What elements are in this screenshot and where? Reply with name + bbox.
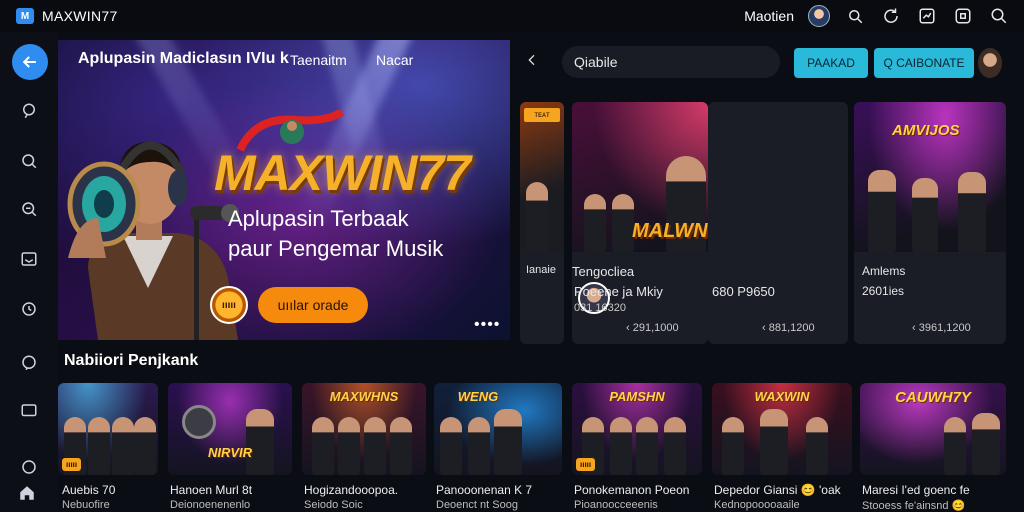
card-title: Amlems: [862, 264, 906, 278]
tile-title[interactable]: Panooonenan K 7: [436, 483, 532, 497]
global-search-icon[interactable]: [988, 5, 1010, 27]
tile-subtitle: Seiodo Soic: [304, 499, 363, 511]
back-arrow-icon[interactable]: [12, 44, 48, 80]
hero-title: Aplupasin Madiclasın IVIu k: [78, 50, 289, 67]
section-title: Nabiiori Penjkank: [64, 352, 199, 369]
tile-subtitle: Nebuofire: [62, 499, 110, 511]
playlist-tile[interactable]: NIRVIR: [168, 383, 292, 475]
tile-label: MAXWHNS: [329, 389, 399, 404]
tile-title[interactable]: Ponokemanon Poeon: [574, 483, 689, 497]
featured-card[interactable]: AMVIJOS Amlems 2601ies ‹ 3961,1200: [854, 102, 1006, 344]
card-subtitle: Poeene ja Mkiy: [574, 284, 663, 299]
home-icon[interactable]: [18, 484, 40, 506]
stop-icon[interactable]: [952, 5, 974, 27]
card-subtitle: 2601ies: [862, 284, 905, 298]
tile-label: WENG: [457, 389, 499, 404]
discover-icon[interactable]: [18, 100, 40, 122]
card-stat: ‹ 3961,1200: [912, 322, 971, 334]
tile-subtitle: Deionoenenenlo: [170, 499, 251, 511]
card-title: Tengocliea: [572, 264, 635, 279]
username: Maotien: [744, 8, 794, 24]
tile-title[interactable]: Hanoen Murl 8t: [170, 483, 252, 497]
app-logo-icon: M: [16, 8, 34, 24]
search-icon[interactable]: [18, 150, 40, 172]
refresh-icon[interactable]: [880, 5, 902, 27]
tile-subtitle: Deoenct nt Soog: [436, 499, 518, 511]
top-bar: M MAXWIN77 Maotien: [0, 0, 1024, 32]
hero-banner[interactable]: Aplupasin Madiclasın IVIu k Taenaitm Nac…: [58, 40, 510, 340]
card-stat: ‹ 881,1200: [762, 322, 815, 334]
primary-button[interactable]: PAAKAD: [794, 48, 868, 78]
tile-badge: ııııı: [576, 458, 596, 471]
search-icon[interactable]: [844, 5, 866, 27]
mail-icon[interactable]: [18, 248, 40, 270]
history-icon[interactable]: [18, 456, 40, 478]
clock-icon[interactable]: [18, 298, 40, 320]
card-image: ᴛᴇᴀᴛ: [520, 102, 564, 252]
playlist-tile[interactable]: ııııı: [58, 383, 158, 475]
app-title: MAXWIN77: [42, 8, 118, 24]
chevron-left-icon[interactable]: [524, 52, 544, 72]
card-banner: MALWNJ9: [632, 220, 708, 242]
hero-cta-button[interactable]: uıılar orade: [258, 287, 368, 323]
card-image: AMVIJOS: [854, 102, 1006, 252]
playlist-tile[interactable]: WAXWIN: [712, 383, 852, 475]
chat-icon[interactable]: [18, 352, 40, 374]
search-input[interactable]: [562, 46, 780, 78]
playlist-tile[interactable]: CAUWH7Y: [860, 383, 1006, 475]
tile-label: CAUWH7Y: [895, 389, 971, 406]
secondary-button[interactable]: Q CAIBONATE: [874, 48, 974, 78]
hero-badge[interactable]: ııııı: [210, 286, 248, 324]
tile-title[interactable]: Auebis 70: [62, 483, 115, 497]
card-stat: ‹ 291,1000: [626, 322, 679, 334]
card-banner: AMVIJOS: [892, 122, 960, 139]
card-meta: 031 16320: [574, 302, 626, 314]
user-avatar[interactable]: [808, 5, 830, 27]
top-right-actions: Maotien: [744, 0, 1010, 32]
message-icon[interactable]: [18, 400, 40, 422]
chart-icon[interactable]: [916, 5, 938, 27]
tile-badge: ııııı: [62, 458, 82, 471]
tile-title[interactable]: Hogizandooopoa.: [304, 483, 398, 497]
brand-logo: MAXWIN77: [214, 145, 471, 201]
zoom-icon[interactable]: [18, 198, 40, 220]
featured-card[interactable]: 680 P9650 ‹ 881,1200: [708, 102, 848, 344]
card-tag: ᴛᴇᴀᴛ: [524, 108, 560, 122]
card-title: Ianaie: [526, 264, 556, 276]
tile-label: NIRVIR: [207, 445, 253, 460]
tile-title[interactable]: Maresi I'ed goenc fe: [862, 483, 970, 497]
more-dots-icon[interactable]: ••••: [474, 316, 500, 334]
card-title: 680 P9650: [712, 284, 775, 299]
tile-subtitle: Stooess fe'ainsnd 😊: [862, 500, 966, 512]
hero-nav-link[interactable]: Taenaitm: [290, 52, 347, 68]
playlist-tile[interactable]: MAXWHNS: [302, 383, 426, 475]
playlist-tile[interactable]: WENG: [434, 383, 562, 475]
tile-title[interactable]: Depedor Giansi 😊 'oak: [714, 483, 841, 497]
sidebar: [0, 32, 58, 512]
mic-stand: [194, 210, 199, 340]
hero-nav-link[interactable]: Nacar: [376, 52, 413, 68]
card-image: MALWNJ9: [572, 102, 708, 252]
tile-subtitle: Kednopooooaaile: [714, 499, 800, 511]
tile-label: PAMSHN: [609, 389, 665, 404]
tile-subtitle: Pioanoocceeenis: [574, 499, 658, 511]
hero-tagline: paur Pengemar Musik: [228, 236, 444, 261]
featured-card[interactable]: ᴛᴇᴀᴛ Ianaie: [520, 102, 564, 344]
tile-label: WAXWIN: [754, 389, 810, 404]
playlist-tile[interactable]: PAMSHN ııııı: [572, 383, 702, 475]
hero-tagline: Aplupasin Terbaak: [228, 206, 409, 231]
profile-avatar[interactable]: [978, 48, 1002, 78]
featured-card[interactable]: MALWNJ9 Tengocliea Poeene ja Mkiy 031 16…: [572, 102, 708, 344]
